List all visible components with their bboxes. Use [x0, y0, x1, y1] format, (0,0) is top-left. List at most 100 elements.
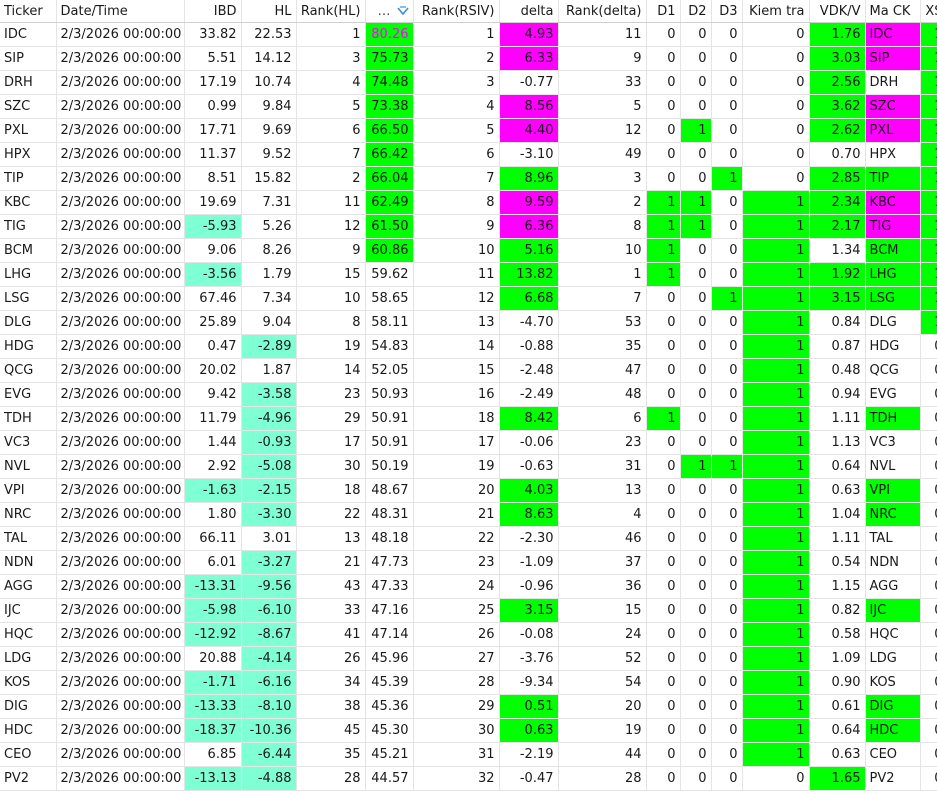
cell-xs[interactable]: 0 [920, 382, 937, 407]
cell-ticker[interactable]: CEO [0, 742, 57, 767]
cell-vdk[interactable]: 2.62 [809, 118, 866, 143]
cell-d3[interactable]: 0 [711, 622, 743, 647]
cell-hl[interactable]: -6.16 [241, 670, 297, 695]
cell-date[interactable]: 2/3/2026 00:00:00 [56, 262, 185, 287]
cell-rank-hl[interactable]: 12 [296, 214, 366, 239]
col-header-d2[interactable]: D2 [680, 0, 712, 23]
cell-ticker[interactable]: DLG [0, 310, 57, 335]
cell-rank-rsiv[interactable]: 3 [413, 70, 500, 95]
cell-rank-delta[interactable]: 11 [558, 22, 647, 47]
cell-rank-hl[interactable]: 7 [296, 142, 366, 167]
cell-vdk[interactable]: 0.90 [809, 670, 866, 695]
table-row[interactable]: LDG 2/3/2026 00:00:00 20.88 -4.14 26 45.96 27-… [0, 646, 937, 671]
cell-vdk[interactable]: 1.34 [809, 238, 866, 263]
cell-hl[interactable]: 14.12 [241, 46, 297, 71]
cell-ticker[interactable]: HDC [0, 718, 57, 743]
cell-ma[interactable]: SZC [865, 94, 921, 119]
cell-kiem[interactable]: 1 [742, 622, 810, 647]
cell-xs[interactable]: 0 [920, 406, 937, 431]
cell-date[interactable]: 2/3/2026 00:00:00 [56, 574, 185, 599]
cell-kiem[interactable]: 1 [742, 238, 810, 263]
cell-date[interactable]: 2/3/2026 00:00:00 [56, 286, 185, 311]
cell-rank-hl[interactable]: 14 [296, 358, 366, 383]
cell-date[interactable]: 2/3/2026 00:00:00 [56, 118, 185, 143]
cell-kiem[interactable]: 1 [742, 526, 810, 551]
cell-xs[interactable]: 0 [920, 766, 937, 791]
cell-rsiv[interactable]: 47.14 [365, 622, 414, 647]
cell-ticker[interactable]: TIG [0, 214, 57, 239]
cell-ma[interactable]: TDH [865, 406, 921, 431]
table-row[interactable]: CEO 2/3/2026 00:00:00 6.85 -6.44 35 45.21 31 -2… [0, 742, 937, 767]
cell-d3[interactable]: 0 [711, 718, 743, 743]
cell-rsiv[interactable]: 45.21 [365, 742, 414, 767]
cell-d1[interactable]: 1 [646, 214, 681, 239]
cell-kiem[interactable]: 1 [742, 262, 810, 287]
cell-d1[interactable]: 1 [646, 190, 681, 215]
cell-xs[interactable]: 0 [920, 670, 937, 695]
cell-d1[interactable]: 0 [646, 382, 681, 407]
cell-date[interactable]: 2/3/2026 00:00:00 [56, 598, 185, 623]
cell-hl[interactable]: 9.69 [241, 118, 297, 143]
cell-rsiv[interactable]: 54.83 [365, 334, 414, 359]
cell-ticker[interactable]: HQC [0, 622, 57, 647]
cell-ticker[interactable]: LHG [0, 262, 57, 287]
col-header-rank-rsiv[interactable]: Rank(RSIV) [413, 0, 500, 23]
cell-rank-delta[interactable]: 2 [558, 190, 647, 215]
col-header-rank-delta[interactable]: Rank(delta) [558, 0, 647, 23]
cell-hl[interactable]: 9.84 [241, 94, 297, 119]
cell-hl[interactable]: 1.87 [241, 358, 297, 383]
cell-rank-rsiv[interactable]: 7 [413, 166, 500, 191]
cell-vdk[interactable]: 2.34 [809, 190, 866, 215]
cell-ticker[interactable]: KOS [0, 670, 57, 695]
cell-ibd[interactable]: -1.63 [184, 478, 242, 503]
cell-delta[interactable]: -2.49 [499, 382, 559, 407]
cell-d3[interactable]: 1 [711, 454, 743, 479]
cell-d3[interactable]: 0 [711, 478, 743, 503]
cell-rank-delta[interactable]: 6 [558, 406, 647, 431]
cell-rank-delta[interactable]: 23 [558, 430, 647, 455]
cell-rank-rsiv[interactable]: 16 [413, 382, 500, 407]
cell-ticker[interactable]: LDG [0, 646, 57, 671]
cell-delta[interactable]: -0.47 [499, 766, 559, 791]
table-row[interactable]: PXL 2/3/2026 00:00:00 17.71 9.69 6 66.50 5 4.40… [0, 118, 937, 143]
cell-delta[interactable]: 6.33 [499, 46, 559, 71]
cell-ibd[interactable]: 67.46 [184, 286, 242, 311]
cell-vdk[interactable]: 3.62 [809, 94, 866, 119]
cell-d1[interactable]: 0 [646, 478, 681, 503]
cell-vdk[interactable]: 0.87 [809, 334, 866, 359]
table-row[interactable]: VPI 2/3/2026 00:00:00 -1.63 -2.15 18 48.67 20 4… [0, 478, 937, 503]
cell-rank-rsiv[interactable]: 4 [413, 94, 500, 119]
cell-kiem[interactable]: 0 [742, 22, 810, 47]
cell-ma[interactable]: IJC [865, 598, 921, 623]
cell-xs[interactable]: 0 [920, 742, 937, 767]
cell-d2[interactable]: 0 [680, 694, 712, 719]
cell-ibd[interactable]: 6.01 [184, 550, 242, 575]
cell-rsiv[interactable]: 50.91 [365, 430, 414, 455]
table-row[interactable]: LSG 2/3/2026 00:00:00 67.46 7.34 10 58.65 12 6.… [0, 286, 937, 311]
cell-rank-hl[interactable]: 8 [296, 310, 366, 335]
cell-vdk[interactable]: 0.58 [809, 622, 866, 647]
cell-ma[interactable]: DIG [865, 694, 921, 719]
cell-hl[interactable]: 1.79 [241, 262, 297, 287]
cell-ma[interactable]: IDC [865, 22, 921, 47]
cell-date[interactable]: 2/3/2026 00:00:00 [56, 406, 185, 431]
cell-date[interactable]: 2/3/2026 00:00:00 [56, 70, 185, 95]
cell-xs[interactable]: 1 [920, 166, 937, 191]
cell-d3[interactable]: 0 [711, 766, 743, 791]
cell-ma[interactable]: DRH [865, 70, 921, 95]
cell-ticker[interactable]: KBC [0, 190, 57, 215]
cell-ticker[interactable]: NDN [0, 550, 57, 575]
cell-date[interactable]: 2/3/2026 00:00:00 [56, 430, 185, 455]
cell-d1[interactable]: 0 [646, 286, 681, 311]
table-row[interactable]: HDG 2/3/2026 00:00:00 0.47 -2.89 19 54.83 14 -0… [0, 334, 937, 359]
cell-rsiv[interactable]: 45.36 [365, 694, 414, 719]
cell-rank-hl[interactable]: 4 [296, 70, 366, 95]
cell-d2[interactable]: 0 [680, 766, 712, 791]
cell-rank-delta[interactable]: 19 [558, 718, 647, 743]
cell-rank-rsiv[interactable]: 23 [413, 550, 500, 575]
cell-rank-rsiv[interactable]: 26 [413, 622, 500, 647]
cell-xs[interactable]: 0 [920, 622, 937, 647]
cell-xs[interactable]: 1 [920, 94, 937, 119]
cell-rank-delta[interactable]: 28 [558, 766, 647, 791]
cell-rank-hl[interactable]: 2 [296, 166, 366, 191]
